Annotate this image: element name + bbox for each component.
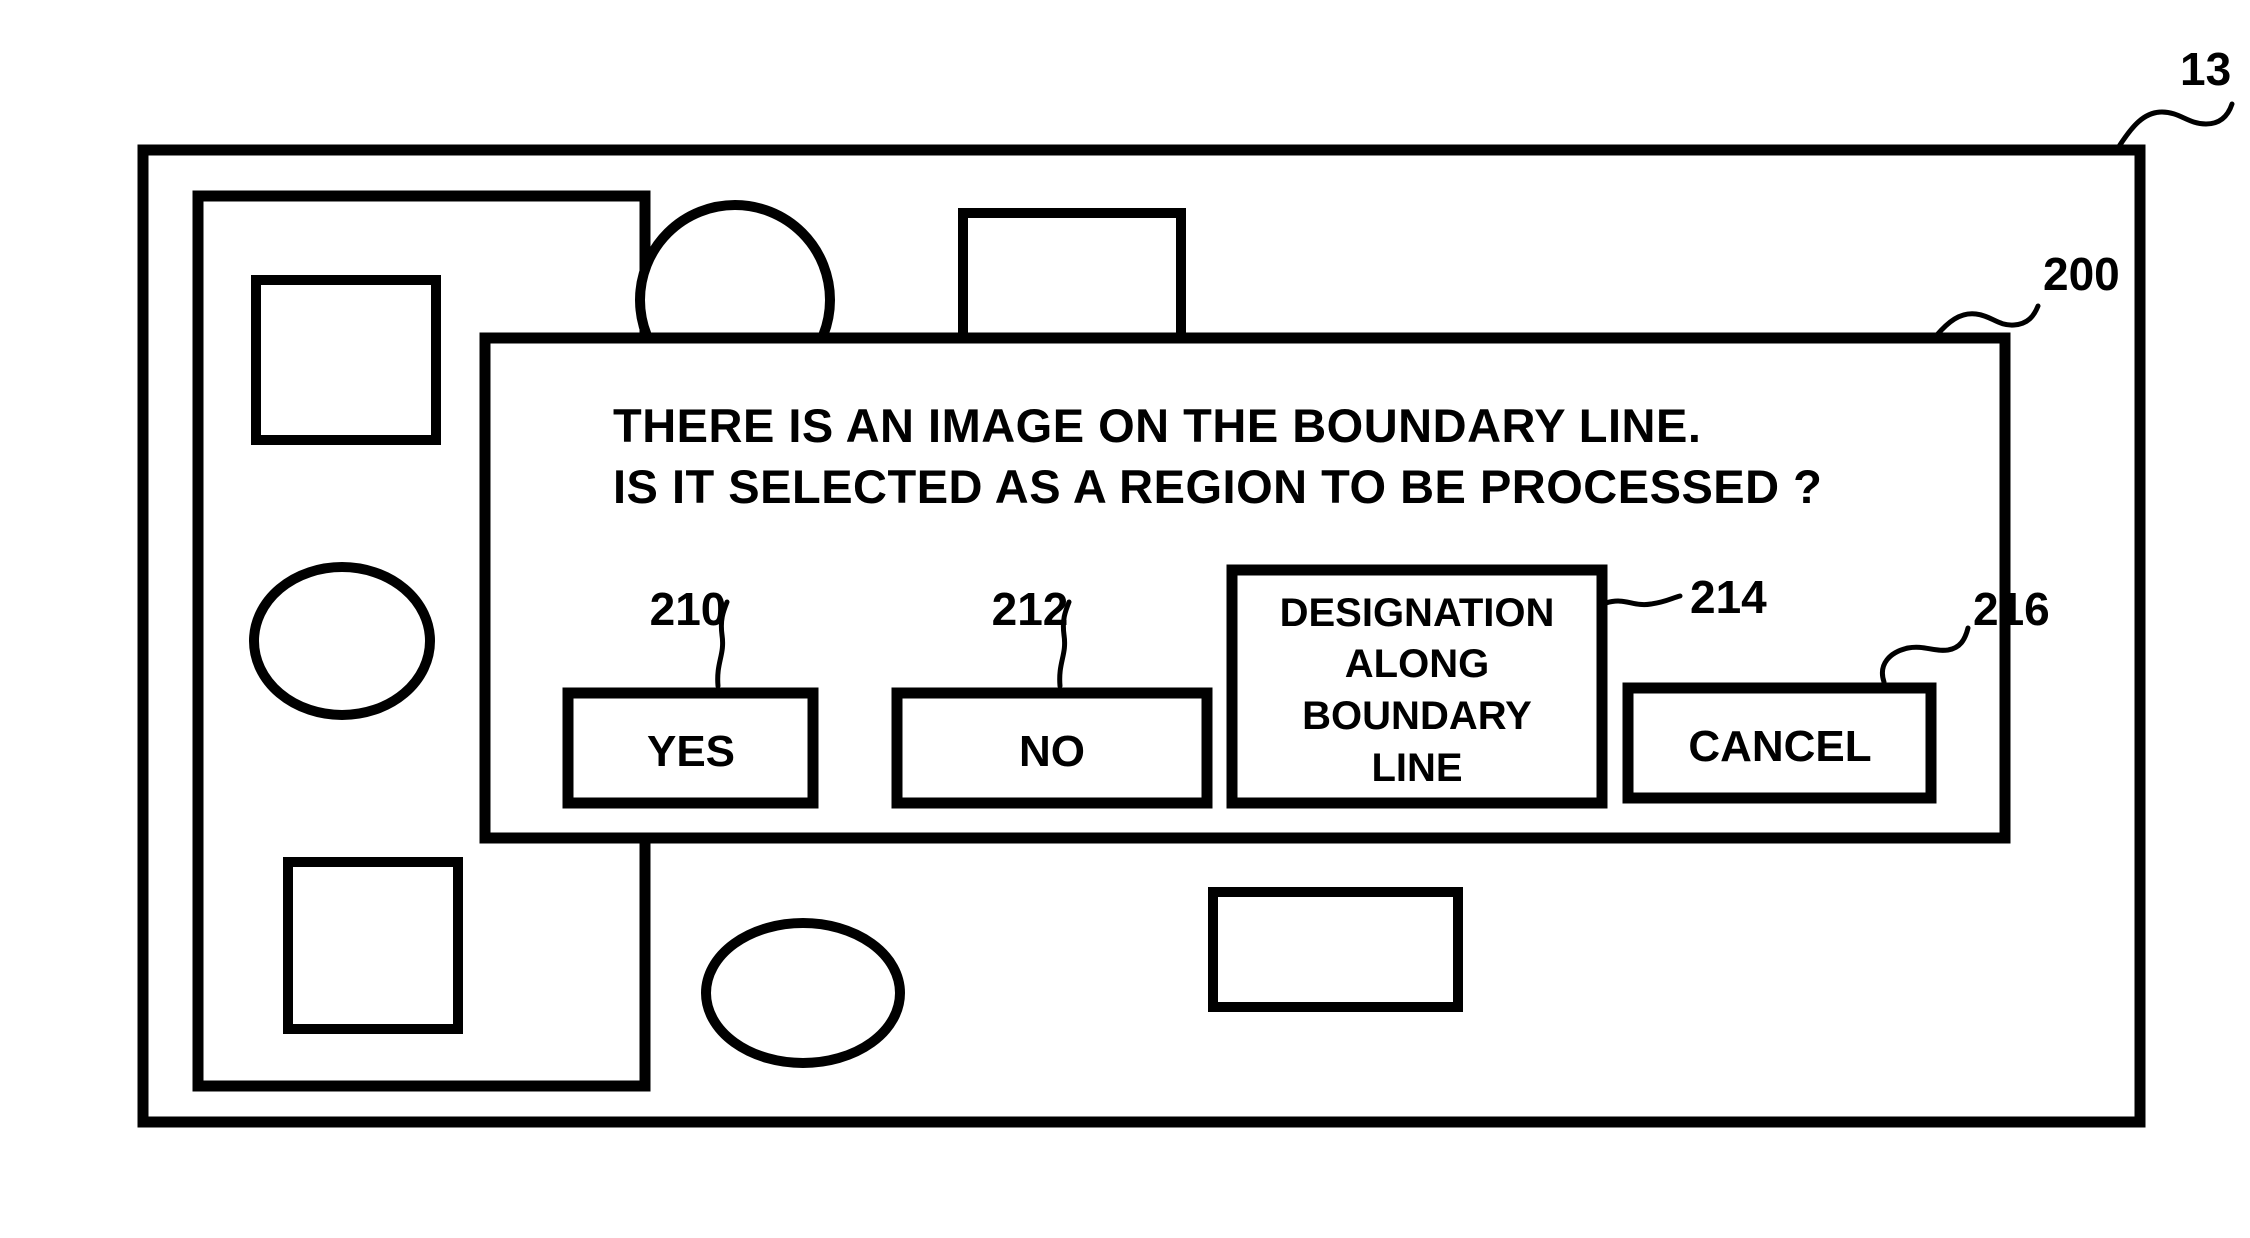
designation-along-boundary-line-button[interactable]: DESIGNATION ALONG BOUNDARY LINE (1226, 564, 1608, 809)
cancel-button-ref-number: 216 (1973, 583, 2050, 635)
image-object-square-bottom-left (283, 857, 463, 1034)
page-frame-ref-leader-line (2115, 101, 2235, 151)
designation-button-label-line-1: DESIGNATION (1280, 591, 1555, 635)
designation-button-label-line-3: BOUNDARY (1302, 694, 1532, 738)
page-frame-ref-number: 13 (2180, 43, 2231, 95)
yes-button-ref-number: 210 (650, 583, 727, 635)
boundary-line-confirmation-dialog[interactable]: THERE IS AN IMAGE ON THE BOUNDARY LINE. … (479, 332, 2050, 844)
image-object-square-top-right (958, 208, 1186, 348)
designation-button-label-line-2: ALONG (1345, 642, 1489, 686)
dialog-ref-number: 200 (2043, 248, 2120, 300)
no-button-ref-number: 212 (992, 583, 1069, 635)
patent-figure: THERE IS AN IMAGE ON THE BOUNDARY LINE. … (137, 43, 2235, 1128)
no-button[interactable]: NO (891, 687, 1213, 809)
dialog-message-line-2: IS IT SELECTED AS A REGION TO BE PROCESS… (613, 460, 1822, 513)
no-button-label: NO (1019, 727, 1085, 776)
figure-canvas: THERE IS AN IMAGE ON THE BOUNDARY LINE. … (0, 0, 2250, 1238)
image-object-rectangle-bottom-right (1208, 887, 1463, 1012)
cancel-button-label: CANCEL (1688, 722, 1871, 771)
image-object-ellipse-left (249, 562, 435, 720)
yes-button-label: YES (647, 727, 735, 776)
image-object-ellipse-on-boundary-bottom (701, 918, 905, 1068)
designation-button-label-line-4: LINE (1371, 746, 1462, 790)
cancel-button[interactable]: CANCEL (1622, 682, 1937, 804)
designation-button-ref-number: 214 (1690, 571, 1767, 623)
yes-button[interactable]: YES (562, 687, 819, 809)
dialog-ref-leader-line (1933, 303, 2041, 339)
dialog-message-line-1: THERE IS AN IMAGE ON THE BOUNDARY LINE. (613, 399, 1701, 452)
image-object-square-top-left (251, 275, 441, 445)
